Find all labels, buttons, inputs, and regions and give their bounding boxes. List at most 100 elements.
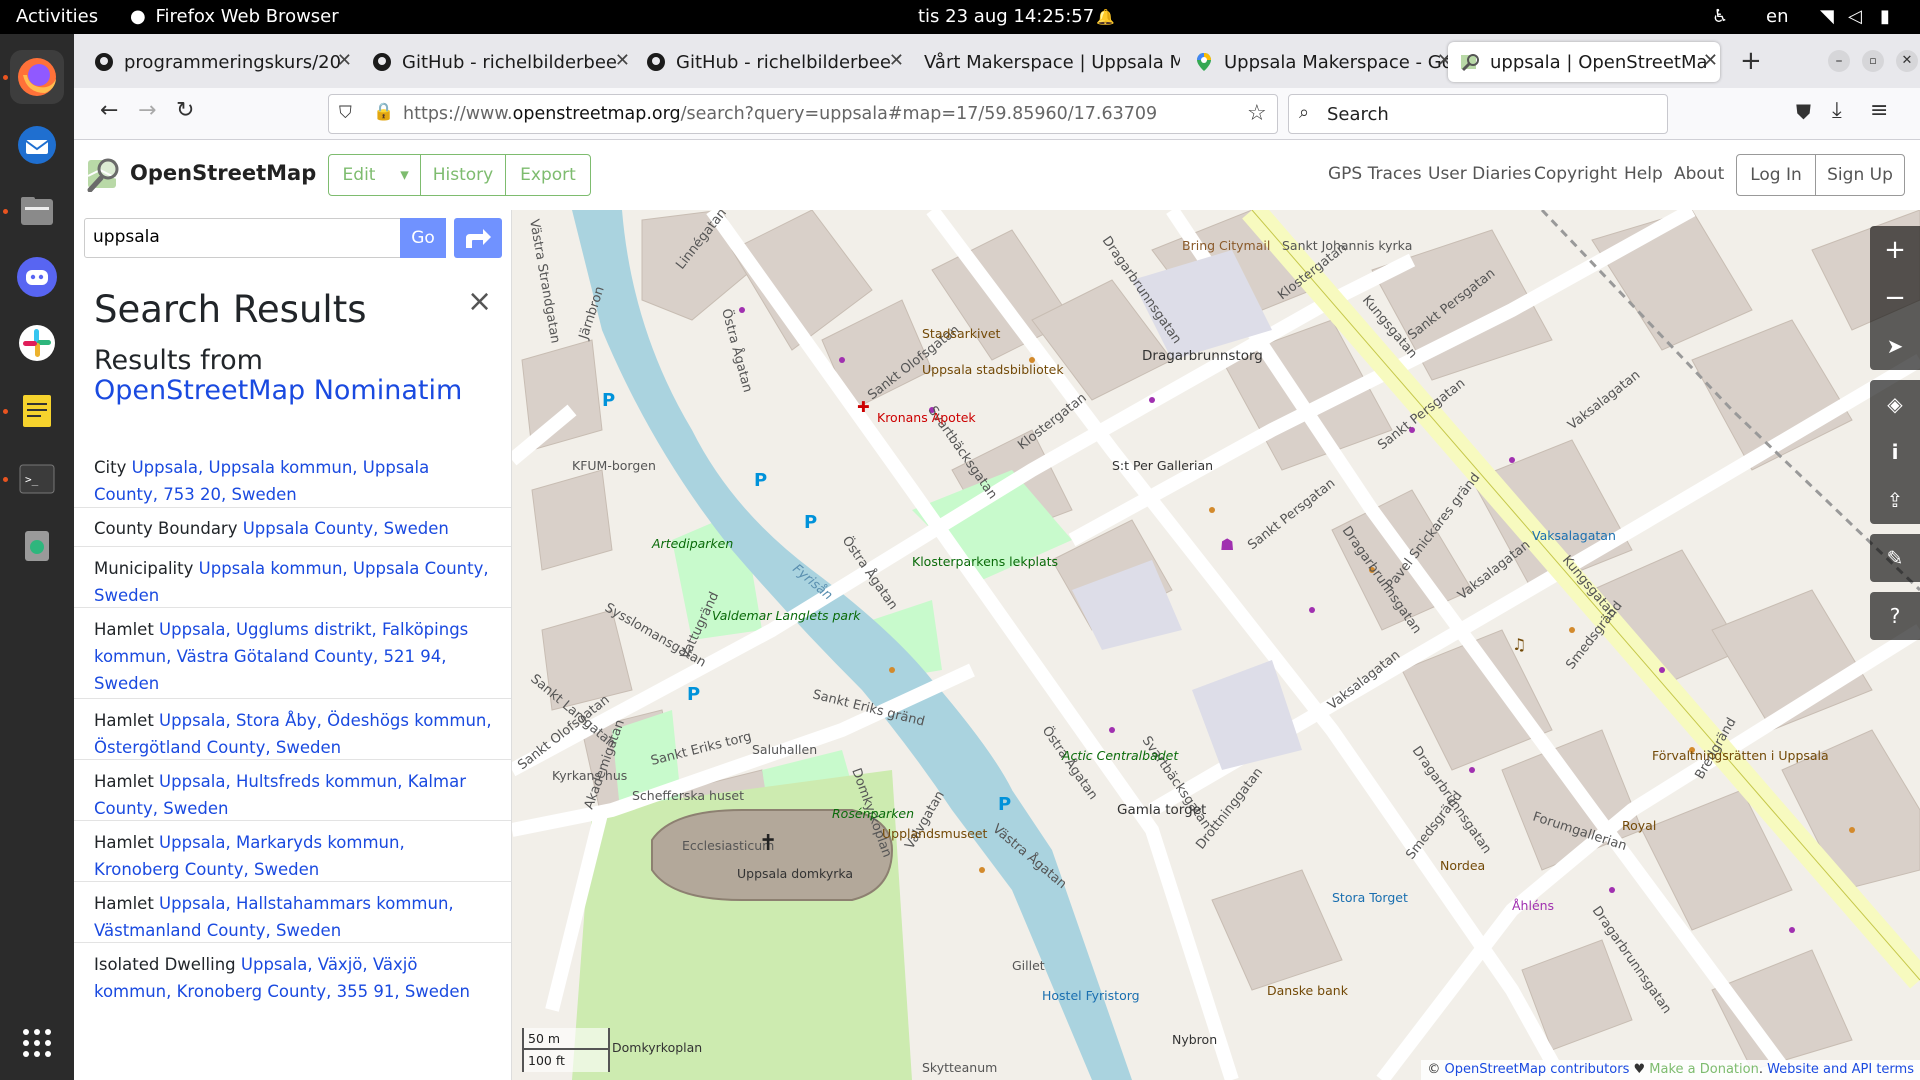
activities-button[interactable]: Activities [16,6,98,27]
result-isolated-dwelling[interactable]: Isolated Dwelling Uppsala, Växjö, Växjö … [74,943,511,1013]
map-building [641,210,753,321]
nav-link-user-diaries[interactable]: User Diaries [1428,164,1531,184]
url-bar[interactable]: ⛉ 🔒 https://www.openstreetmap.org/search… [328,94,1278,134]
app-menu[interactable]: ● Firefox Web Browser [130,6,339,27]
maximize-window-icon[interactable]: ▫ [1862,50,1884,72]
new-tab-icon[interactable]: + [1740,46,1762,76]
map-tiles[interactable]: Kungsgatan Kungsgatan Klostergatan Klost… [512,210,1920,1080]
history-button[interactable]: History [420,154,506,196]
parking-icon: P [998,794,1011,815]
text-editor-icon[interactable] [10,384,64,438]
lock-icon[interactable]: 🔒 [373,102,394,122]
terminal-icon[interactable]: >_ [10,452,64,506]
tab-github-3[interactable]: GitHub - richelbilderbee ✕ [634,42,906,82]
bookmark-star-icon[interactable]: ☆ [1247,101,1267,126]
zoom-out-icon[interactable]: − [1870,274,1920,322]
layers-icon[interactable]: ◈ [1870,380,1920,428]
copyright-sign: © [1427,1062,1445,1077]
poi-ahlens: Åhléns [1512,898,1554,913]
osm-header: OpenStreetMap Edit ▾ History Export GPS … [74,140,1920,210]
accessibility-icon[interactable]: ♿ [1712,6,1728,27]
signup-button[interactable]: Sign Up [1815,154,1905,196]
nominatim-link[interactable]: OpenStreetMap Nominatim [94,375,462,406]
tab-github-2[interactable]: GitHub - richelbilderbee ✕ [360,42,632,82]
close-window-icon[interactable]: ✕ [1896,50,1918,72]
poi-kronans-apotek: Kronans Apotek [877,410,976,425]
firefox-small-icon: ● [130,6,146,27]
zoom-in-icon[interactable]: + [1870,226,1920,274]
map-building [1211,869,1343,991]
edit-dropdown-chevron-icon[interactable]: ▾ [389,154,421,196]
web-search-input[interactable]: ⌕ Search [1288,94,1668,134]
tab-github-1[interactable]: programmeringskurs/20 ✕ [82,42,354,82]
go-button[interactable]: Go [400,218,446,258]
poi-skytteanum: Skytteanum [922,1060,997,1075]
nav-link-help[interactable]: Help [1624,164,1663,184]
tab-google-maps[interactable]: Uppsala Makerspace - Go ✕ [1182,42,1454,82]
result-hamlet[interactable]: Hamlet Uppsala, Markaryds kommun, Kronob… [74,821,511,882]
discord-icon[interactable] [10,250,64,304]
map-canvas[interactable]: Kungsgatan Kungsgatan Klostergatan Klost… [512,210,1920,1080]
result-link[interactable]: Uppsala County, Sweden [243,519,449,538]
result-hamlet[interactable]: Hamlet Uppsala, Ugglums distrikt, Falköp… [74,608,511,699]
locate-icon[interactable]: ➤ [1870,322,1920,370]
close-sidebar-icon[interactable]: × [467,284,492,319]
share-icon[interactable]: ⇪ [1870,476,1920,524]
back-icon[interactable]: ← [100,98,118,123]
result-link[interactable]: Uppsala, Uppsala kommun, Uppsala County,… [94,458,429,504]
reload-icon[interactable]: ↻ [176,98,194,123]
result-hamlet[interactable]: Hamlet Uppsala, Hallstahammars kommun, V… [74,882,511,943]
battery-icon[interactable]: ▮ [1880,6,1890,27]
result-county[interactable]: County Boundary Uppsala County, Sweden [74,508,511,547]
poi-st-per-gallerian: S:t Per Gallerian [1112,458,1213,473]
login-button[interactable]: Log In [1736,154,1816,196]
result-hamlet[interactable]: Hamlet Uppsala, Stora Åby, Ödeshögs komm… [74,699,511,760]
close-tab-icon[interactable]: ✕ [615,50,630,71]
volume-icon[interactable]: ◁ [1848,6,1862,27]
minimize-window-icon[interactable]: – [1828,50,1850,72]
trash-icon[interactable] [10,518,64,572]
result-link[interactable]: Uppsala, Stora Åby, Ödeshögs kommun, Öst… [94,711,492,757]
nav-link-about[interactable]: About [1674,164,1724,184]
contributors-link[interactable]: OpenStreetMap contributors [1445,1062,1630,1077]
nav-link-gps-traces[interactable]: GPS Traces [1328,164,1422,184]
result-hamlet[interactable]: Hamlet Uppsala, Hultsfreds kommun, Kalma… [74,760,511,821]
slack-icon[interactable] [10,316,64,370]
tab-openstreetmap[interactable]: uppsala | OpenStreetMa ✕ [1448,42,1720,82]
downloads-icon[interactable]: ⤓ [1832,98,1842,123]
search-sidebar: uppsala Go Search Results × Results from… [74,210,512,1080]
menu-icon[interactable]: ≡ [1870,98,1888,123]
add-note-icon[interactable]: ✎ [1870,534,1920,582]
close-tab-icon[interactable]: ✕ [889,50,904,71]
firefox-icon[interactable] [10,50,64,104]
files-icon[interactable] [10,184,64,238]
close-tab-icon[interactable]: ✕ [337,50,352,71]
pocket-icon[interactable]: ⛊ [1796,100,1811,124]
poi-nybron: Nybron [1172,1032,1217,1047]
legend-info-icon[interactable]: i [1870,428,1920,476]
nav-link-copyright[interactable]: Copyright [1534,164,1617,184]
query-features-icon[interactable]: ? [1870,592,1920,640]
search-icon: ⌕ [1299,102,1310,123]
scale-metric: 50 m [524,1028,608,1050]
osm-logo-icon[interactable] [86,156,122,193]
poi-sankt-johannis: Sankt Johannis kyrka [1282,238,1412,253]
donate-link[interactable]: Make a Donation [1649,1062,1759,1077]
osm-search-input[interactable]: uppsala [84,218,410,258]
thunderbird-icon[interactable] [10,118,64,172]
show-apps-icon[interactable] [10,1016,64,1070]
tab-makerspace[interactable]: Vårt Makerspace | Uppsala M [908,42,1180,82]
close-tab-icon[interactable]: ✕ [1703,50,1718,71]
terms-link[interactable]: Website and API terms [1767,1062,1914,1077]
result-city[interactable]: City Uppsala, Uppsala kommun, Uppsala Co… [74,446,511,508]
forward-icon[interactable]: → [138,98,156,123]
language-indicator[interactable]: en [1766,6,1788,27]
export-button[interactable]: Export [505,154,591,196]
edit-button[interactable]: Edit [328,154,390,196]
result-municipality[interactable]: Municipality Uppsala kommun, Uppsala Cou… [74,547,511,608]
osm-logo-text[interactable]: OpenStreetMap [130,161,316,185]
clock[interactable]: tis 23 aug 14:25:57 [918,6,1094,27]
wifi-icon[interactable]: ◥ [1820,6,1834,27]
directions-icon[interactable] [454,218,502,258]
shield-icon[interactable]: ⛉ [339,103,352,123]
